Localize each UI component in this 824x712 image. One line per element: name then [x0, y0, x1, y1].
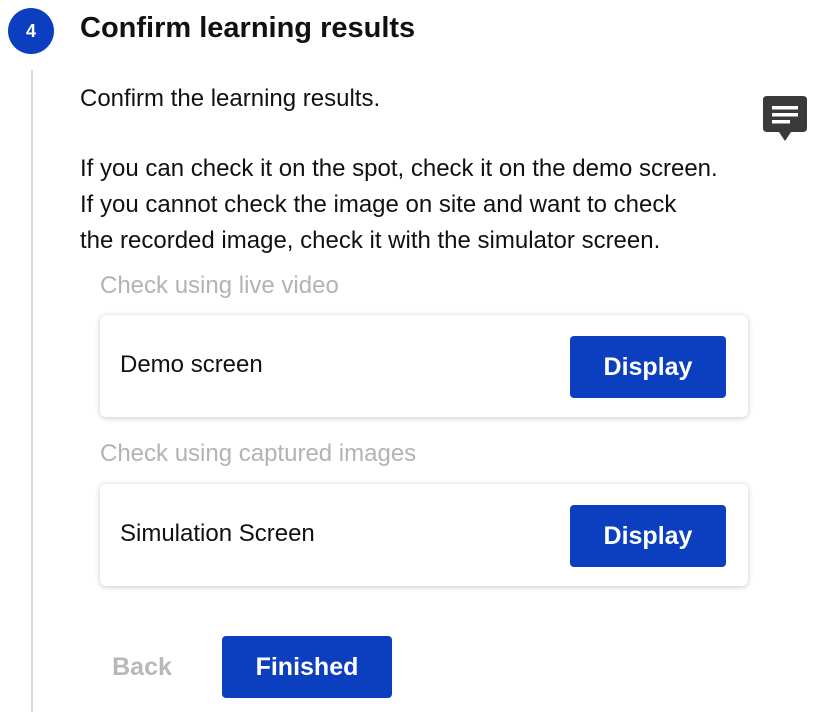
demo-screen-display-button[interactable]: Display: [570, 336, 726, 398]
intro-text: Confirm the learning results.: [80, 85, 381, 112]
simulation-screen-display-button[interactable]: Display: [570, 505, 726, 567]
wizard-step-panel: 4 Confirm learning results Confirm the l…: [0, 0, 824, 712]
step-connector-line: [31, 70, 33, 712]
demo-screen-card: Demo screen Display: [100, 315, 748, 417]
finished-button[interactable]: Finished: [222, 636, 392, 698]
captured-images-section-label: Check using captured images: [100, 440, 417, 467]
step-title: Confirm learning results: [80, 12, 416, 44]
simulation-screen-card: Simulation Screen Display: [100, 484, 748, 586]
instruction-paragraph: If you can check it on the spot, check i…: [80, 151, 718, 259]
instruction-line: If you can check it on the spot, check i…: [80, 155, 718, 182]
simulation-screen-label: Simulation Screen: [120, 520, 315, 547]
comment-icon[interactable]: [761, 94, 809, 144]
live-video-section-label: Check using live video: [100, 272, 339, 299]
instruction-line: If you cannot check the image on site an…: [80, 191, 677, 218]
demo-screen-label: Demo screen: [120, 351, 263, 378]
instruction-line: the recorded image, check it with the si…: [80, 227, 661, 254]
step-number-badge: 4: [8, 8, 54, 54]
back-button[interactable]: Back: [100, 636, 184, 698]
